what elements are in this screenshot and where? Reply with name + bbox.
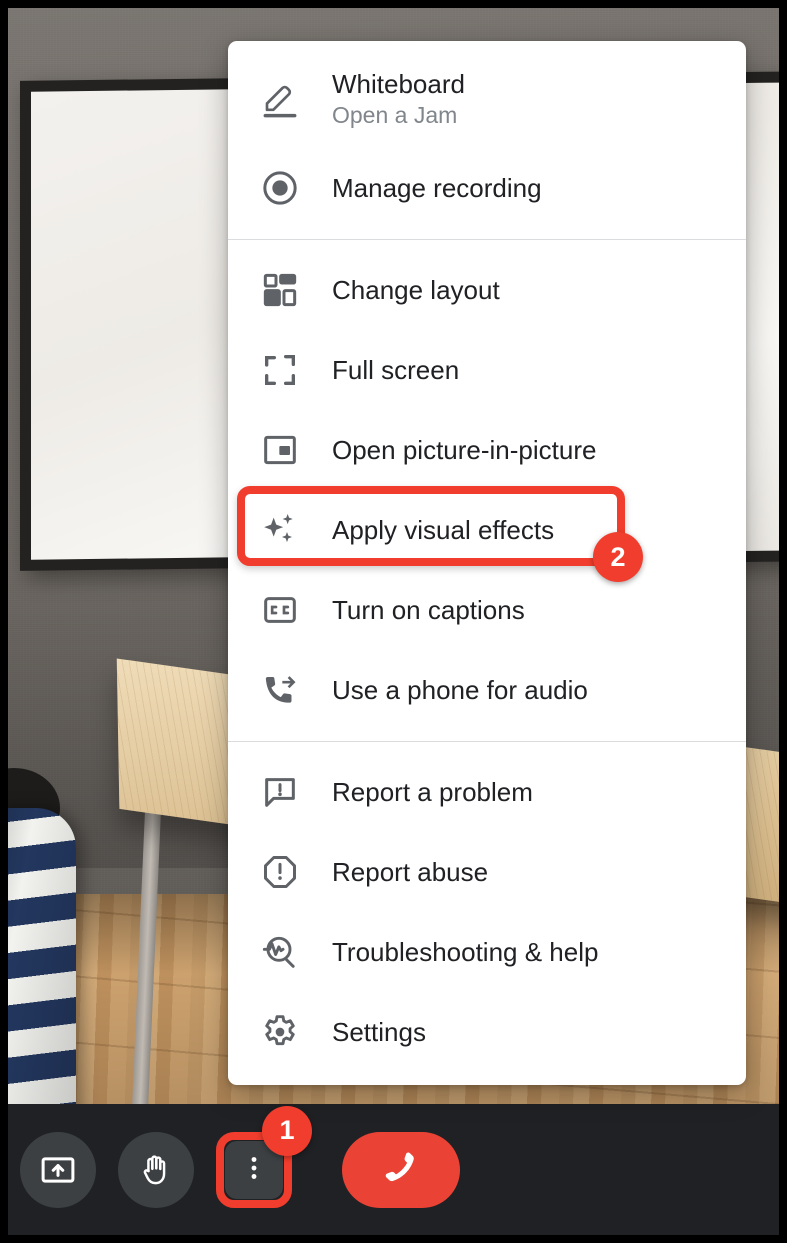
menu-item-troubleshooting-help[interactable]: Troubleshooting & help [228,912,746,992]
person-striped-shirt [8,808,76,1104]
sparkles-icon [260,510,306,550]
step-2-badge: 2 [593,532,643,582]
menu-item-open-picture-in-picture[interactable]: Open picture-in-picture [228,410,746,490]
menu-divider-1 [228,239,746,240]
menu-item-full-screen[interactable]: Full screen [228,330,746,410]
menu-item-turn-on-captions[interactable]: Turn on captions [228,570,746,650]
leave-call-button[interactable] [342,1131,460,1208]
present-screen-button[interactable] [20,1131,96,1208]
menu-item-use-a-phone-for-audio[interactable]: Use a phone for audio [228,650,746,730]
edit-pen-icon [260,80,306,120]
menu-item-change-layout[interactable]: Change layout [228,250,746,330]
raise-hand-button[interactable] [118,1131,194,1208]
menu-item-settings[interactable]: Settings [228,992,746,1072]
raised-hand-icon [137,1151,175,1189]
menu-item-phone-audio-text: Use a phone for audio [332,675,588,706]
menu-item-label: Settings [332,1016,426,1047]
menu-item-whiteboard[interactable]: Whiteboard Open a Jam [228,52,746,148]
more-options-menu: Whiteboard Open a Jam Manage recording C… [228,41,746,1085]
menu-item-report-abuse-text: Report abuse [332,857,488,888]
menu-item-visual-effects-text: Apply visual effects [332,515,554,546]
menu-item-settings-text: Settings [332,1017,426,1048]
menu-item-label: Whiteboard [332,68,465,99]
menu-item-report-problem-text: Report a problem [332,777,533,808]
menu-item-open-pip-text: Open picture-in-picture [332,435,596,466]
troubleshoot-icon [260,932,306,972]
menu-item-label: Troubleshooting & help [332,936,599,967]
gear-icon [260,1012,306,1052]
menu-item-label: Report a problem [332,776,533,807]
menu-item-troubleshooting-text: Troubleshooting & help [332,937,598,968]
menu-item-manage-recording[interactable]: Manage recording [228,148,746,228]
menu-item-label: Change layout [332,274,500,305]
report-octagon-icon [260,852,306,892]
screenshot-root: 1 Whiteboard Open a Jam Manage recording… [0,0,787,1243]
call-end-icon [378,1145,424,1194]
menu-item-sublabel: Open a Jam [332,102,458,129]
step-1-badge: 1 [262,1105,312,1156]
menu-item-label: Turn on captions [332,594,525,625]
menu-item-label: Open picture-in-picture [332,434,597,465]
menu-item-full-screen-text: Full screen [332,355,459,386]
menu-item-captions-text: Turn on captions [332,595,525,626]
picture-in-picture-icon [260,430,306,470]
menu-item-apply-visual-effects[interactable]: Apply visual effects 2 [228,486,746,582]
present-to-all-icon [39,1151,77,1189]
fullscreen-icon [260,350,306,390]
meeting-controls-toolbar: 1 [8,1104,779,1235]
person-shading [8,808,76,1104]
menu-item-manage-recording-text: Manage recording [332,173,542,204]
menu-item-whiteboard-text: Whiteboard Open a Jam [332,69,465,132]
three-dots-vertical-icon [239,1153,269,1186]
closed-caption-icon [260,590,306,630]
feedback-icon [260,772,306,812]
menu-item-label: Manage recording [332,172,542,203]
menu-item-label: Report abuse [332,856,489,887]
record-circle-icon [260,168,306,208]
menu-divider-2 [228,741,746,742]
menu-item-change-layout-text: Change layout [332,275,500,306]
layout-grid-icon [260,270,306,310]
menu-item-label: Full screen [332,354,460,385]
menu-item-report-a-problem[interactable]: Report a problem [228,752,746,832]
menu-item-label: Use a phone for audio [332,674,588,705]
menu-item-report-abuse[interactable]: Report abuse [228,832,746,912]
phone-forwarded-icon [260,670,306,710]
more-options-button-wrapper: 1 [216,1105,312,1208]
menu-item-label: Apply visual effects [332,514,555,545]
